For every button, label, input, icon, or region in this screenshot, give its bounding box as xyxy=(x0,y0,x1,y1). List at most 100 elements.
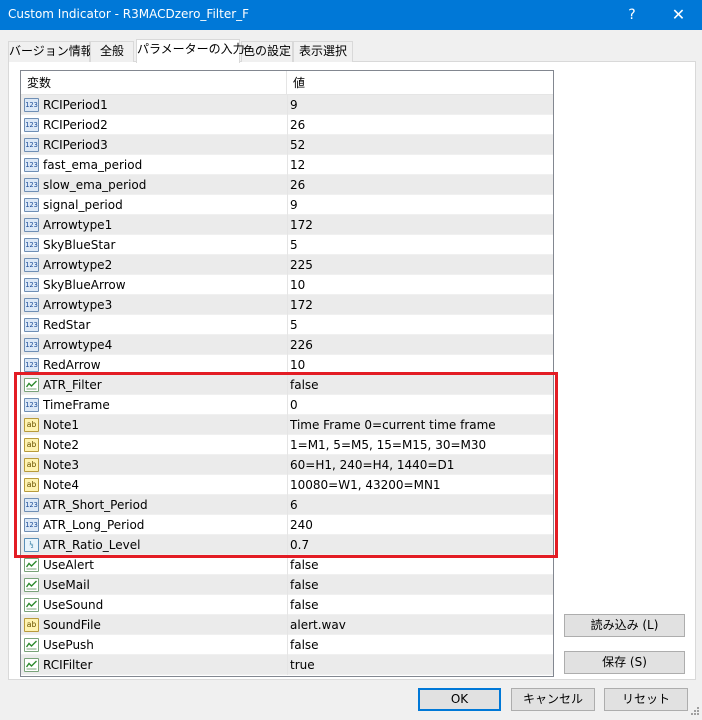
variable-name: RedStar xyxy=(43,318,91,332)
integer-type-icon: 123 xyxy=(24,298,39,312)
table-row[interactable]: ½ ATR_Ratio_Level 0.7 xyxy=(21,535,553,555)
variable-value[interactable]: 9 xyxy=(290,195,552,215)
variable-value[interactable]: 172 xyxy=(290,215,552,235)
string-type-icon: ab xyxy=(24,438,39,452)
reset-button[interactable]: リセット xyxy=(604,688,688,711)
table-row[interactable]: ab Note1 Time Frame 0=current time frame xyxy=(21,415,553,435)
table-row[interactable]: 123 Arrowtype2 225 xyxy=(21,255,553,275)
variable-value[interactable]: 0.7 xyxy=(290,535,552,555)
load-button[interactable]: 読み込み (L) xyxy=(564,614,685,637)
variable-value[interactable]: 60=H1, 240=H4, 1440=D1 xyxy=(290,455,552,475)
boolean-type-icon xyxy=(24,578,39,592)
variable-name: Note1 xyxy=(43,418,80,432)
table-row[interactable]: ab Note2 1=M1, 5=M5, 15=M15, 30=M30 xyxy=(21,435,553,455)
variable-value[interactable]: 1=M1, 5=M5, 15=M15, 30=M30 xyxy=(290,435,552,455)
table-row[interactable]: ab Note3 60=H1, 240=H4, 1440=D1 xyxy=(21,455,553,475)
variable-name: RCIFilter xyxy=(43,658,93,672)
variable-value[interactable]: 5 xyxy=(290,235,552,255)
string-type-icon: ab xyxy=(24,618,39,632)
table-row[interactable]: 123 RCIPeriod2 26 xyxy=(21,115,553,135)
variable-value[interactable]: 225 xyxy=(290,255,552,275)
table-row[interactable]: UsePush false xyxy=(21,635,553,655)
table-row[interactable]: 123 Arrowtype4 226 xyxy=(21,335,553,355)
table-row[interactable]: UseMail false xyxy=(21,575,553,595)
variable-value[interactable]: false xyxy=(290,575,552,595)
variable-name: fast_ema_period xyxy=(43,158,143,172)
tab-parameters[interactable]: パラメーターの入力 xyxy=(136,39,245,63)
variable-name: SoundFile xyxy=(43,618,101,632)
variable-value[interactable]: 52 xyxy=(290,135,552,155)
column-header-value[interactable]: 値 xyxy=(287,71,553,95)
table-row[interactable]: 123 Arrowtype3 172 xyxy=(21,295,553,315)
variable-name: Arrowtype4 xyxy=(43,338,113,352)
integer-type-icon: 123 xyxy=(24,498,39,512)
variable-value[interactable]: Time Frame 0=current time frame xyxy=(290,415,552,435)
table-row[interactable]: 123 slow_ema_period 26 xyxy=(21,175,553,195)
variable-value[interactable]: 26 xyxy=(290,175,552,195)
ok-button[interactable]: OK xyxy=(418,688,501,711)
column-divider xyxy=(287,295,288,315)
table-row[interactable]: 123 fast_ema_period 12 xyxy=(21,155,553,175)
tab-visualization[interactable]: 表示選択 xyxy=(293,41,353,62)
help-button[interactable]: ? xyxy=(617,0,647,30)
table-row[interactable]: RCIFilter true xyxy=(21,655,553,675)
tab-version-info[interactable]: バージョン情報 xyxy=(8,41,93,62)
integer-type-icon: 123 xyxy=(24,518,39,532)
variable-value[interactable]: 6 xyxy=(290,495,552,515)
cancel-button[interactable]: キャンセル xyxy=(511,688,595,711)
table-row[interactable]: ab Note4 10080=W1, 43200=MN1 xyxy=(21,475,553,495)
parameter-grid[interactable]: 変数 値 123 RCIPeriod1 9 123 RCIPeriod2 26 123 RCI… xyxy=(20,70,554,677)
save-button[interactable]: 保存 (S) xyxy=(564,651,685,674)
variable-value[interactable]: false xyxy=(290,635,552,655)
variable-value[interactable]: true xyxy=(290,655,552,675)
variable-name: ATR_Ratio_Level xyxy=(43,538,141,552)
table-row[interactable]: 123 Arrowtype1 172 xyxy=(21,215,553,235)
integer-type-icon: 123 xyxy=(24,198,39,212)
variable-value[interactable]: 172 xyxy=(290,295,552,315)
variable-value[interactable]: false xyxy=(290,555,552,575)
variable-value[interactable]: false xyxy=(290,375,552,395)
tab-colors[interactable]: 色の設定 xyxy=(241,41,293,62)
variable-value[interactable]: 12 xyxy=(290,155,552,175)
table-row[interactable]: 123 ATR_Short_Period 6 xyxy=(21,495,553,515)
variable-value[interactable]: 26 xyxy=(290,115,552,135)
resize-grip-icon[interactable] xyxy=(688,706,700,718)
table-row[interactable]: 123 SkyBlueStar 5 xyxy=(21,235,553,255)
table-row[interactable]: 123 signal_period 9 xyxy=(21,195,553,215)
close-button[interactable]: ✕ xyxy=(655,0,702,30)
table-row[interactable]: UseSound false xyxy=(21,595,553,615)
column-divider xyxy=(287,255,288,275)
column-header-variable[interactable]: 変数 xyxy=(21,71,287,95)
variable-value[interactable]: 226 xyxy=(290,335,552,355)
boolean-type-icon xyxy=(24,658,39,672)
column-divider xyxy=(287,275,288,295)
table-row[interactable]: 123 SkyBlueArrow 10 xyxy=(21,275,553,295)
table-row[interactable]: 123 RCIPeriod1 9 xyxy=(21,95,553,115)
variable-name: UseMail xyxy=(43,578,90,592)
table-row[interactable]: 123 TimeFrame 0 xyxy=(21,395,553,415)
tab-general[interactable]: 全般 xyxy=(90,41,134,62)
variable-value[interactable]: 240 xyxy=(290,515,552,535)
integer-type-icon: 123 xyxy=(24,358,39,372)
table-row[interactable]: 123 RedArrow 10 xyxy=(21,355,553,375)
column-divider xyxy=(287,595,288,615)
column-divider xyxy=(287,115,288,135)
variable-value[interactable]: 9 xyxy=(290,95,552,115)
variable-value[interactable]: 10 xyxy=(290,275,552,295)
variable-name: RedArrow xyxy=(43,358,101,372)
variable-name: RCIPeriod3 xyxy=(43,138,108,152)
table-row[interactable]: ATR_Filter false xyxy=(21,375,553,395)
column-divider xyxy=(287,355,288,375)
variable-value[interactable]: 10 xyxy=(290,355,552,375)
table-row[interactable]: 123 ATR_Long_Period 240 xyxy=(21,515,553,535)
variable-value[interactable]: 0 xyxy=(290,395,552,415)
table-row[interactable]: ab SoundFile alert.wav xyxy=(21,615,553,635)
table-row[interactable]: 123 RCIPeriod3 52 xyxy=(21,135,553,155)
variable-value[interactable]: 10080=W1, 43200=MN1 xyxy=(290,475,552,495)
variable-value[interactable]: alert.wav xyxy=(290,615,552,635)
variable-value[interactable]: 5 xyxy=(290,315,552,335)
table-row[interactable]: UseAlert false xyxy=(21,555,553,575)
variable-value[interactable]: false xyxy=(290,595,552,615)
table-row[interactable]: 123 RedStar 5 xyxy=(21,315,553,335)
column-divider xyxy=(287,335,288,355)
